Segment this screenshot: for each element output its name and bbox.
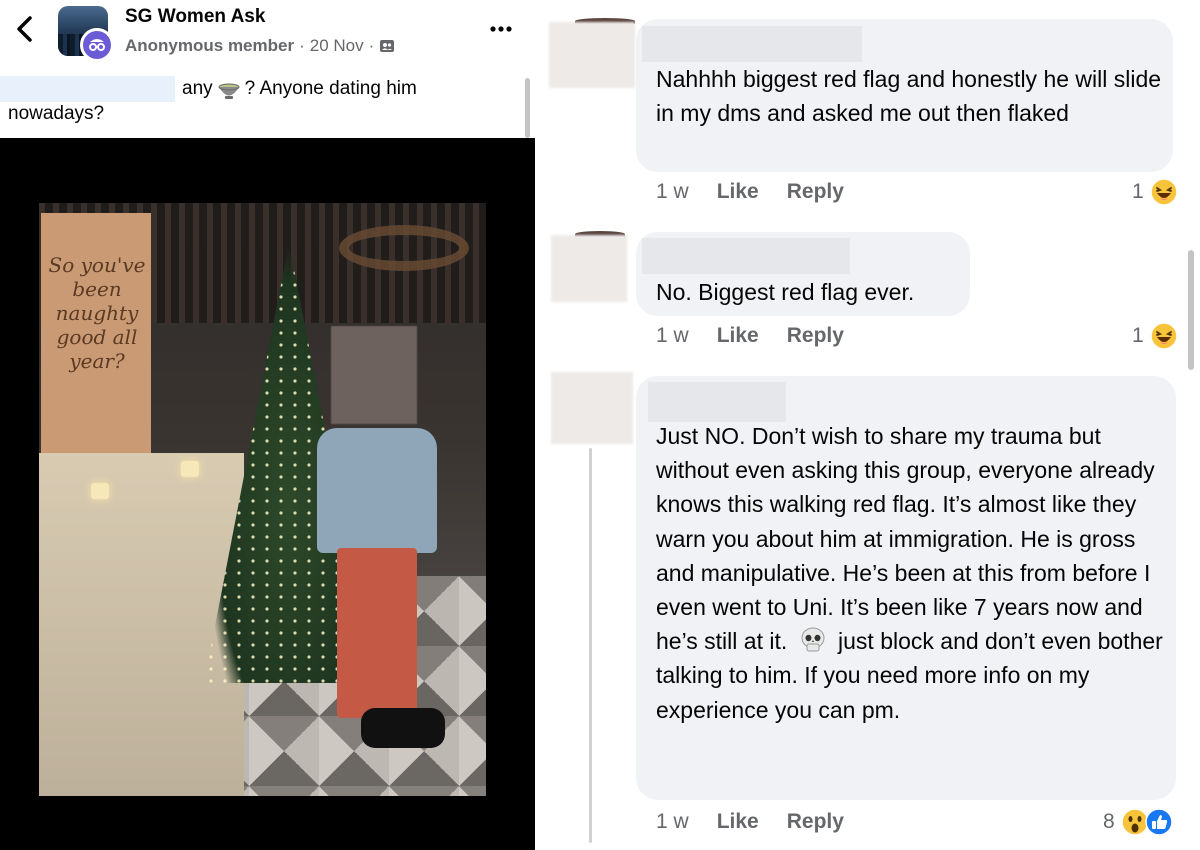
photo-banner-text: So you've been naughty good all year? [48,253,146,373]
commenter-avatar[interactable] [551,372,633,444]
post-author[interactable]: Anonymous member [125,36,294,56]
post-text-part2: ? Anyone dating him [244,78,417,99]
skull-emoji-icon [801,627,825,652]
post-text-line1: any ? Anyone dating him [182,78,417,100]
group-audience-icon [380,40,395,52]
like-emoji-icon [1144,808,1173,836]
commenter-name-redacted [642,26,862,62]
post-photo-frame[interactable]: So you've been naughty good all year? [0,138,535,850]
post-text-part1: any [182,78,213,99]
photo-person-shirt [317,428,437,553]
like-button[interactable]: Like [717,324,759,348]
haha-emoji-icon [1149,178,1178,206]
photo-counter [39,453,244,796]
photo-face-blur [331,326,417,424]
comment-actions: 1 w Like Reply [656,180,872,204]
post-meta: Anonymous member · 20 Nov · [125,36,395,56]
anonymous-badge-icon [80,28,114,62]
more-horizontal-icon[interactable] [488,16,514,42]
redacted-name [0,76,175,102]
photo-candle [181,461,199,477]
comment-actions: 1 w Like Reply [656,324,872,348]
photo-person-pants [337,548,417,718]
post-photo[interactable]: So you've been naughty good all year? [39,203,486,796]
commenter-avatar[interactable] [549,22,635,88]
post-date[interactable]: 20 Nov [310,36,364,56]
meta-separator: · [299,36,305,55]
comment-time[interactable]: 1 w [656,810,689,834]
like-button[interactable]: Like [717,180,759,204]
post-text-line2: nowadays? [8,103,105,124]
group-name[interactable]: SG Women Ask [125,6,265,28]
photo-person-shoes [361,708,445,748]
reaction-count: 1 [1132,324,1144,347]
reply-thread-line [589,448,592,843]
comment-actions: 1 w Like Reply [656,810,872,834]
reaction-summary[interactable]: 1 [1132,178,1178,206]
comment-text: Nahhhh biggest red flag and honestly he … [656,66,1162,127]
reaction-count: 1 [1132,180,1144,203]
comment-text: Just NO. Don’t wish to share my trauma b… [656,419,1166,727]
comment-time[interactable]: 1 w [656,180,689,204]
reaction-count: 8 [1103,810,1115,833]
photo-banner: So you've been naughty good all year? [41,213,151,461]
bowl-emoji-icon [218,83,240,99]
comment-time[interactable]: 1 w [656,324,689,348]
like-button[interactable]: Like [717,810,759,834]
post-scrollbar[interactable] [525,78,530,138]
meta-separator-2: · [368,36,375,55]
commenter-name-redacted [642,238,850,274]
comments-scrollbar[interactable] [1188,250,1194,370]
commenter-name-redacted [648,382,786,422]
photo-candle [91,483,109,499]
reply-button[interactable]: Reply [787,324,844,348]
photo-wreath [339,225,469,271]
reaction-summary[interactable]: 1 [1132,322,1178,350]
comment-text-part1: Just NO. Don’t wish to share my trauma b… [656,423,1155,655]
reply-button[interactable]: Reply [787,180,844,204]
commenter-avatar[interactable] [551,235,627,302]
reply-button[interactable]: Reply [787,810,844,834]
reaction-summary[interactable]: 8 [1103,808,1173,836]
chevron-left-icon[interactable] [10,12,40,46]
haha-emoji-icon [1149,322,1178,350]
comment-text: No. Biggest red flag ever. [656,279,915,305]
post-panel: SG Women Ask Anonymous member · 20 Nov ·… [0,0,535,850]
